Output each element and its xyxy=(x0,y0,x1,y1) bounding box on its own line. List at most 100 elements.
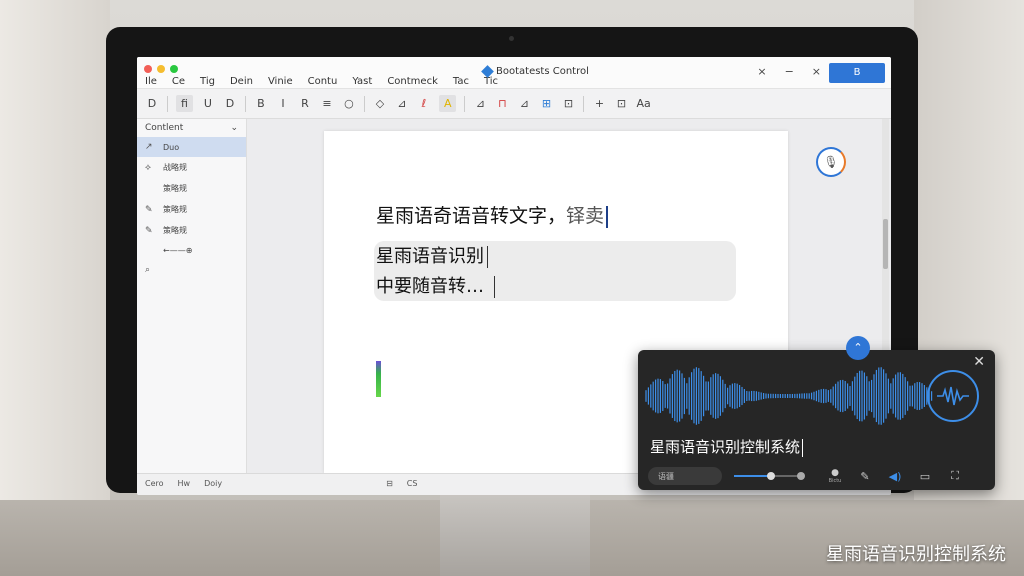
strike-icon[interactable]: R xyxy=(298,97,312,110)
sidebar-item-label: 策略规 xyxy=(163,184,187,193)
transcript-line: 星雨语音识别控制系统 xyxy=(650,436,804,457)
mic-wave-icon xyxy=(937,386,969,406)
menu-item[interactable]: Tig xyxy=(200,76,215,87)
document-line: 星雨语奇语音转文字，铎卖 xyxy=(376,201,609,228)
menu-bar: Ile Ce Tig Dein Vinie Contu Yast Contmec… xyxy=(145,76,498,87)
floating-mic-button[interactable]: 🎙 xyxy=(816,147,846,177)
pen-icon[interactable]: ⊿ xyxy=(395,97,409,110)
format-icon[interactable]: fi xyxy=(176,95,193,112)
audio-level-meter xyxy=(376,361,381,397)
new-document-icon[interactable]: D xyxy=(145,97,159,110)
menu-item[interactable]: Contmeck xyxy=(387,76,438,87)
frame-icon[interactable]: ⊡ xyxy=(614,97,628,110)
menu-item[interactable]: Ile xyxy=(145,76,157,87)
chevron-down-icon[interactable]: ⌄ xyxy=(230,123,238,133)
minimize-icon[interactable]: − xyxy=(785,65,794,78)
menu-item[interactable]: Dein xyxy=(230,76,253,87)
webcam xyxy=(509,36,514,41)
status-item: Cero xyxy=(145,479,164,488)
sidebar-item[interactable]: ✎ 策略规 xyxy=(137,220,246,241)
add-icon[interactable]: + xyxy=(592,97,606,110)
menu-item[interactable]: Tac xyxy=(453,76,469,87)
underline-icon[interactable]: U xyxy=(201,97,215,110)
toolbar-separator xyxy=(583,95,585,112)
document-line: 星雨语音识别 xyxy=(376,242,488,268)
sidebar-item-label: 策略规 xyxy=(163,205,187,214)
toolbar-separator xyxy=(363,95,365,112)
monitor-stand xyxy=(440,492,590,576)
microphone-label: Bictu xyxy=(828,478,842,484)
sidebar: Contlent ⌄ ↗ Duo ⟡ 战略规 策略规 ✎ 策略规 ✎ 策略规 ←… xyxy=(137,119,247,473)
language-select[interactable]: 语疆 xyxy=(648,467,722,485)
sidebar-item[interactable]: ✎ 策略规 xyxy=(137,199,246,220)
title-bar: Ile Ce Tig Dein Vinie Contu Yast Contmec… xyxy=(137,57,891,89)
menu-item[interactable]: Tic xyxy=(484,76,498,87)
close-icon[interactable]: ✕ xyxy=(973,354,985,370)
sidebar-item-label: 战略规 xyxy=(163,163,187,172)
volume-end xyxy=(797,472,805,480)
shape-icon[interactable]: ○ xyxy=(342,97,356,110)
italic-icon[interactable]: I xyxy=(276,97,290,110)
sidebar-item[interactable]: ⟡ 战略规 xyxy=(137,157,246,178)
microphone-icon: ● xyxy=(831,468,839,478)
volume-knob[interactable] xyxy=(767,472,776,480)
vertical-scrollbar[interactable] xyxy=(882,119,889,389)
status-item: Doiy xyxy=(204,479,223,488)
text-color-icon[interactable]: ℓ xyxy=(417,97,431,110)
text-caret xyxy=(487,246,488,268)
sidebar-title: Contlent xyxy=(145,123,184,133)
text-caret xyxy=(606,205,609,228)
window-controls: × − × xyxy=(757,65,821,78)
menu-item[interactable]: Vinie xyxy=(268,76,293,87)
fill-icon[interactable]: ◇ xyxy=(373,97,387,110)
speaker-icon[interactable]: ◀) xyxy=(886,470,904,483)
sidebar-item-label: Duo xyxy=(163,142,180,152)
text-caret xyxy=(802,438,804,457)
microphone-icon: 🎙 xyxy=(823,155,839,169)
pencil-icon: ✎ xyxy=(145,225,153,236)
primary-action-button[interactable]: B xyxy=(829,63,885,83)
document-title-text: Bootatests Control xyxy=(496,66,589,77)
window-traffic-lights xyxy=(144,65,178,73)
close-icon[interactable]: × xyxy=(812,65,821,78)
sidebar-item[interactable]: ↗ Duo xyxy=(137,137,246,157)
caption: 星雨语音识别控制系统 xyxy=(826,544,1006,565)
menu-item[interactable]: Contu xyxy=(308,76,338,87)
pen-tool-icon[interactable]: ⊿ xyxy=(517,97,531,110)
minimize-window-button[interactable] xyxy=(157,65,165,73)
style-dropdown-icon[interactable]: D xyxy=(223,97,237,110)
fullscreen-icon[interactable]: ⛶ xyxy=(946,469,964,483)
toolbar-separator xyxy=(464,95,466,112)
triangle-icon[interactable]: ⊓ xyxy=(495,97,509,110)
scrollbar-thumb[interactable] xyxy=(883,219,888,269)
line-text: 星雨语奇语音转文字， xyxy=(376,205,567,227)
search-icon: ⌕ xyxy=(145,265,151,275)
bold-icon[interactable]: B xyxy=(254,97,268,110)
pen-icon[interactable]: ✎ xyxy=(856,470,874,483)
cursor-icon[interactable]: ⊿ xyxy=(473,97,487,110)
collapse-chevron-icon[interactable]: ⌃ xyxy=(846,336,870,360)
table-icon[interactable]: ⊡ xyxy=(561,97,575,110)
menu-item[interactable]: Ce xyxy=(172,76,185,87)
highlight-icon[interactable]: A xyxy=(438,95,457,112)
maximize-window-button[interactable] xyxy=(170,65,178,73)
volume-fill xyxy=(734,475,772,477)
align-icon[interactable]: ≡ xyxy=(320,97,334,110)
status-item: Hw xyxy=(177,479,191,488)
line-tail-text: 铎卖 xyxy=(566,205,605,227)
voice-recognition-panel: ⌃ ✕ 星雨语音识别控制系统 语疆 ● Bictu ✎ ◀) ▭ ⛶ xyxy=(638,336,995,490)
close-window-button[interactable] xyxy=(144,65,152,73)
sidebar-item[interactable]: ←——⊕ xyxy=(137,241,246,260)
close-icon[interactable]: × xyxy=(757,65,766,78)
volume-slider[interactable] xyxy=(734,472,805,480)
grid-icon[interactable]: ⊞ xyxy=(539,97,553,110)
microphone-button[interactable]: ● Bictu xyxy=(826,468,844,484)
recording-indicator[interactable] xyxy=(927,370,979,422)
sidebar-item[interactable]: 策略规 xyxy=(137,178,246,199)
status-item[interactable]: ⊟ xyxy=(386,479,393,490)
keyboard-icon[interactable]: ▭ xyxy=(916,470,934,483)
sidebar-item[interactable]: ⌕ xyxy=(137,260,246,280)
app-logo-icon xyxy=(481,65,494,78)
menu-item[interactable]: Yast xyxy=(352,76,372,87)
font-size-icon[interactable]: Aa xyxy=(636,97,650,110)
